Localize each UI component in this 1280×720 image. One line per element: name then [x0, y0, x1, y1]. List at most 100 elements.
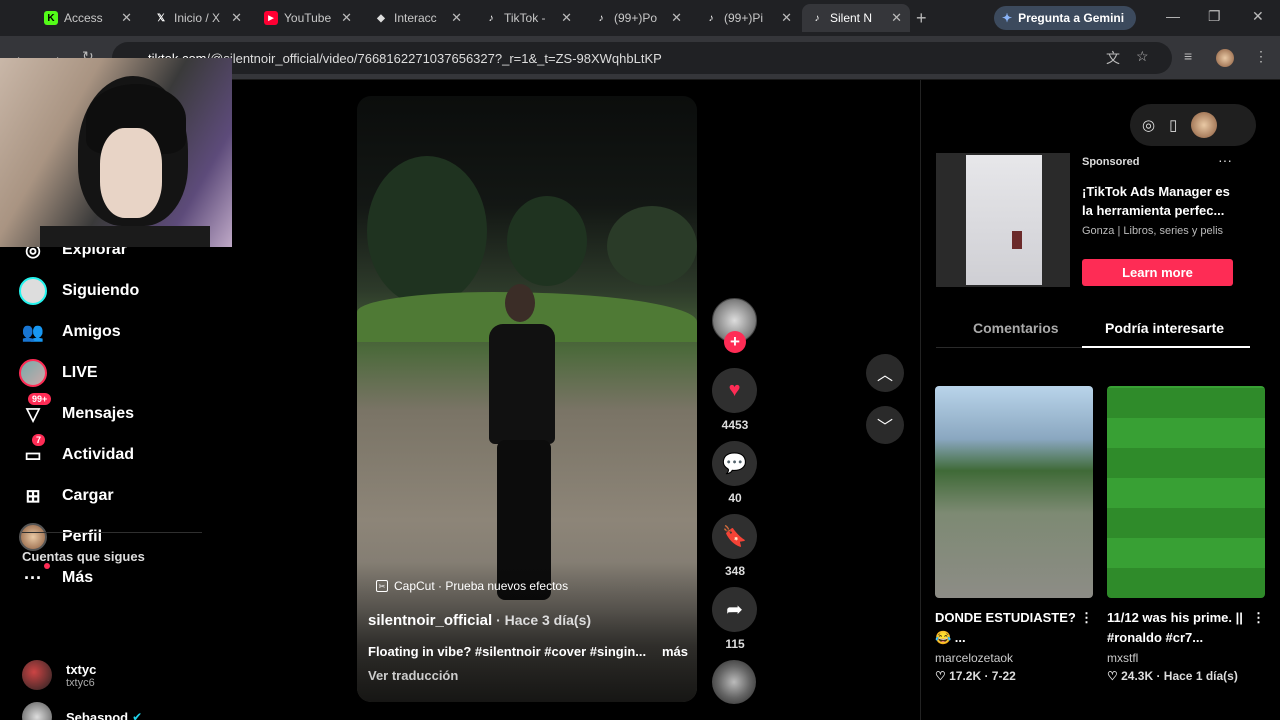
video-stats: ♡ 17.2K · 7-22	[935, 669, 1016, 683]
share-button[interactable]: ➦	[712, 587, 757, 632]
video-title[interactable]: 11/12 was his prime. || #ronaldo #cr7...	[1107, 608, 1252, 648]
restore-icon[interactable]: ❐	[1208, 8, 1221, 25]
share-count: 115	[725, 637, 745, 651]
effect-label: CapCut · Prueba nuevos efectos	[394, 579, 569, 593]
account-name: Sebaspod	[66, 709, 129, 720]
close-icon[interactable]: ✕	[341, 10, 352, 26]
new-tab-icon[interactable]: +	[916, 8, 927, 29]
video-author[interactable]: silentnoir_official	[368, 612, 492, 629]
sidebar-item-label: Siguiendo	[62, 282, 140, 299]
x-icon: 𝕏	[156, 12, 166, 24]
followed-account[interactable]: txtyc txtyc6	[22, 660, 96, 690]
browser-tab[interactable]: ▶ YouTube ✕	[256, 4, 360, 32]
more-options-icon[interactable]: ···	[1218, 152, 1232, 168]
sidebar-item-actividad[interactable]: ▭ 7 Actividad	[18, 434, 134, 471]
browser-tab-active[interactable]: ♪ Silent N ✕	[802, 4, 910, 32]
translate-icon[interactable]: 文	[1106, 48, 1120, 68]
tiktok-icon: ♪	[598, 12, 604, 24]
close-icon[interactable]: ✕	[891, 10, 902, 26]
close-icon[interactable]: ✕	[671, 10, 682, 26]
caption-more-link[interactable]: más	[662, 644, 688, 659]
sponsored-label: Sponsored	[1082, 156, 1140, 168]
browser-tab[interactable]: ♪ TikTok - ✕	[476, 4, 580, 32]
heart-icon: ♥	[728, 379, 741, 401]
sidebar-item-label: Más	[62, 569, 94, 586]
tab-title: TikTok -	[504, 11, 546, 25]
following-section-title: Cuentas que sigues	[22, 549, 145, 564]
video-thumbnail[interactable]	[1107, 386, 1265, 598]
close-icon[interactable]: ✕	[451, 10, 462, 26]
top-actions: ◎ ▯	[1130, 104, 1256, 146]
video-author[interactable]: mxstfl	[1107, 651, 1265, 665]
browser-tab[interactable]: 𝕏 Inicio / X ✕	[146, 4, 250, 32]
compass-icon[interactable]: ◎	[1142, 116, 1155, 134]
profile-avatar[interactable]	[1216, 49, 1234, 67]
user-avatar[interactable]	[1191, 112, 1218, 138]
webcam-overlay	[0, 58, 232, 247]
tab-title: YouTube	[284, 11, 332, 25]
video-author[interactable]: marcelozetaok	[935, 651, 1093, 665]
upload-icon: ⊞	[25, 485, 41, 506]
sidebar-item-live[interactable]: LIVE	[18, 357, 98, 389]
ad-thumbnail[interactable]	[936, 153, 1070, 287]
account-name: txtyc	[66, 661, 97, 677]
messages-badge: 99+	[28, 393, 52, 405]
live-icon	[18, 358, 48, 388]
tab-comments[interactable]: Comentarios	[973, 320, 1059, 336]
sidebar-item-amigos[interactable]: 👥 Amigos	[18, 316, 121, 348]
video-likes: 24.3K	[1121, 669, 1154, 683]
comment-button[interactable]: 💬	[712, 441, 757, 486]
bookmark-star-icon[interactable]: ☆	[1136, 48, 1149, 65]
video-stats: ♡ 24.3K · Hace 1 día(s)	[1107, 669, 1238, 683]
save-button[interactable]: 🔖	[712, 514, 757, 559]
sidebar-item-mas[interactable]: ··· Más	[18, 562, 93, 594]
browser-tab[interactable]: ♪ (99+)Po ✕	[586, 4, 690, 32]
video-thumbnail[interactable]	[935, 386, 1093, 598]
url-input[interactable]: tiktok.com/@silentnoir_official/video/76…	[112, 42, 1172, 74]
browser-tab[interactable]: ◆ Interacc ✕	[366, 4, 470, 32]
music-disc[interactable]	[712, 660, 756, 704]
window-close-icon[interactable]: ✕	[1252, 8, 1264, 25]
sidebar-item-siguiendo[interactable]: Siguiendo	[18, 275, 139, 307]
media-control-icon[interactable]: ≡	[1184, 48, 1192, 64]
minimize-icon[interactable]: —	[1166, 8, 1180, 24]
sidebar-item-mensajes[interactable]: ▽ 99+ Mensajes	[18, 393, 134, 430]
close-icon[interactable]: ✕	[561, 10, 572, 26]
verified-icon: ✔	[132, 710, 143, 720]
browser-tab[interactable]: K Access ✕	[36, 4, 140, 32]
tab-title: Interacc	[394, 11, 437, 25]
more-options-icon[interactable]: ⋮	[1252, 608, 1265, 648]
following-icon	[18, 276, 48, 306]
learn-more-button[interactable]: Learn more	[1082, 259, 1233, 286]
close-icon[interactable]: ✕	[121, 10, 132, 26]
sidebar-item-label: Amigos	[62, 323, 121, 340]
caption-text: Floating in vibe? #silentnoir #cover #si…	[368, 644, 647, 659]
video-title[interactable]: DONDE ESTUDIASTE? 😂 ...	[935, 608, 1080, 648]
recommended-video[interactable]: 11/12 was his prime. || #ronaldo #cr7...…	[1107, 386, 1265, 683]
comment-count: 40	[728, 491, 742, 505]
friends-icon: 👥	[21, 321, 45, 342]
phone-icon[interactable]: ▯	[1169, 116, 1177, 134]
gemini-button[interactable]: ✦ Pregunta a Gemini	[994, 6, 1137, 30]
follow-plus-button[interactable]: +	[724, 331, 746, 353]
recommended-video[interactable]: DONDE ESTUDIASTE? 😂 ... ⋮ marcelozetaok ♡…	[935, 386, 1093, 683]
heart-outline-icon: ♡	[1107, 669, 1122, 683]
tiktok-icon: ♪	[488, 12, 494, 24]
sidebar-item-cargar[interactable]: ⊞ Cargar	[18, 480, 113, 512]
ad-headline[interactable]: ¡TikTok Ads Manager es la herramienta pe…	[1082, 182, 1238, 220]
menu-dots-icon[interactable]: ⋮	[1254, 48, 1268, 65]
save-count: 348	[724, 564, 746, 578]
translate-link[interactable]: Ver traducción	[368, 668, 458, 683]
browser-tab[interactable]: ♪ (99+)Pi ✕	[696, 4, 800, 32]
followed-account[interactable]: Sebaspod ✔	[22, 702, 142, 720]
close-icon[interactable]: ✕	[781, 10, 792, 26]
browser-tab-bar: K Access ✕ 𝕏 Inicio / X ✕ ▶ YouTube ✕ ◆ …	[0, 0, 1280, 36]
like-button[interactable]: ♥	[712, 368, 757, 413]
next-video-button[interactable]: ﹀	[866, 406, 904, 444]
more-options-icon[interactable]: ⋮	[1080, 608, 1093, 648]
previous-video-button[interactable]: ︿	[866, 354, 904, 392]
effect-tag[interactable]: ✂ CapCut · Prueba nuevos efectos	[376, 579, 568, 593]
tab-recommended[interactable]: Podría interesarte	[1105, 320, 1224, 336]
close-icon[interactable]: ✕	[231, 10, 242, 26]
tab-title: Inicio / X	[174, 11, 221, 25]
